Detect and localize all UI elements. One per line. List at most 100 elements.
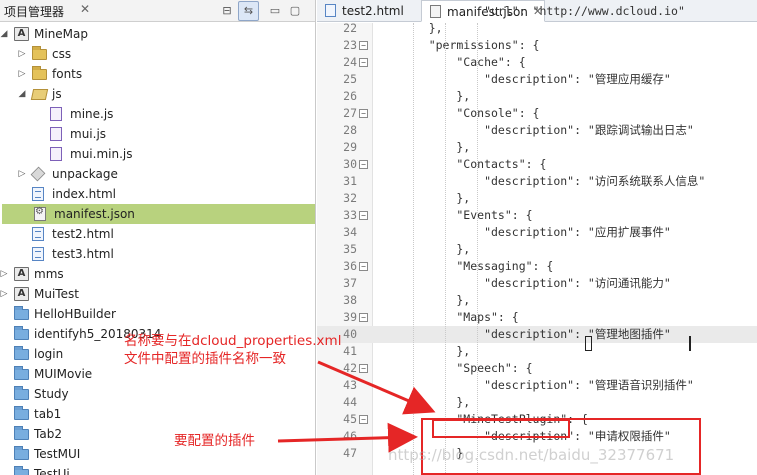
code-line[interactable]: 43 "description": "管理语音识别插件": [317, 377, 757, 394]
code-text: "Console": {: [401, 106, 540, 120]
link-with-editor-icon[interactable]: ⇆: [238, 1, 259, 21]
plugin-name-highlight: [432, 419, 570, 438]
code-text: "description": "访问系统联系人信息": [401, 174, 706, 188]
tree-item-label: test3.html: [52, 247, 114, 261]
tree-item-label: js: [52, 87, 62, 101]
fold-toggle-icon[interactable]: −: [359, 109, 368, 118]
code-line[interactable]: 34 "description": "应用扩展事件": [317, 224, 757, 241]
tree-item-unpackage[interactable]: ▷ unpackage: [0, 164, 315, 184]
blue-folder-icon: [14, 386, 29, 400]
tree-item-index-html[interactable]: index.html: [0, 184, 315, 204]
code-line[interactable]: 36− "Messaging": {: [317, 258, 757, 275]
blue-folder-icon: [14, 426, 29, 440]
tree-item-label: login: [34, 347, 64, 361]
code-line[interactable]: 33− "Events": {: [317, 207, 757, 224]
line-number: 43: [343, 378, 357, 392]
collapsed-arrow-icon[interactable]: ▷: [16, 67, 28, 81]
collapse-all-icon[interactable]: ⊟: [218, 2, 236, 20]
tree-item-label: manifest.json: [54, 207, 135, 221]
code-line[interactable]: 22 },: [317, 20, 757, 37]
line-number: 38: [343, 293, 357, 307]
code-line[interactable]: 26 },: [317, 88, 757, 105]
expanded-arrow-icon[interactable]: ◢: [16, 87, 28, 101]
code-text: },: [401, 89, 471, 103]
fold-toggle-icon[interactable]: −: [359, 262, 368, 271]
tree-item-label: fonts: [52, 67, 83, 81]
tree-item-testmui[interactable]: TestMUI: [0, 444, 315, 464]
code-line[interactable]: 24− "Cache": {: [317, 54, 757, 71]
tree-item-manifest-json[interactable]: manifest.json: [2, 204, 315, 224]
code-line[interactable]: 40 "description": "管理地图插件": [317, 326, 757, 343]
line-number: 22: [343, 21, 357, 35]
tree-item-mui-js[interactable]: mui.js: [0, 124, 315, 144]
collapsed-arrow-icon[interactable]: ▷: [0, 287, 10, 301]
tree-item-label: TestUi: [34, 467, 70, 475]
expanded-arrow-icon[interactable]: ◢: [0, 27, 10, 41]
code-line[interactable]: 42− "Speech": {: [317, 360, 757, 377]
code-line[interactable]: 44 },: [317, 394, 757, 411]
tree-item-mms[interactable]: ▷ Amms: [0, 264, 315, 284]
line-number: 44: [343, 395, 357, 409]
tree-item-tab1[interactable]: tab1: [0, 404, 315, 424]
maximize-icon[interactable]: ▢: [286, 2, 304, 20]
tree-item-study[interactable]: Study: [0, 384, 315, 404]
code-line[interactable]: 35 },: [317, 241, 757, 258]
indent-guide: [445, 23, 446, 475]
code-text: "description": "管理应用缓存": [401, 72, 671, 86]
collapsed-arrow-icon[interactable]: ▷: [16, 47, 28, 61]
tree-item-label: Study: [34, 387, 69, 401]
tree-item-tab2[interactable]: Tab2: [0, 424, 315, 444]
tree-item-test3-html[interactable]: test3.html: [0, 244, 315, 264]
code-line[interactable]: 29 },: [317, 139, 757, 156]
tree-item-test2-html[interactable]: test2.html: [0, 224, 315, 244]
code-line[interactable]: 27− "Console": {: [317, 105, 757, 122]
collapsed-arrow-icon[interactable]: ▷: [0, 267, 10, 281]
code-line[interactable]: 31 "description": "访问系统联系人信息": [317, 173, 757, 190]
line-number: 25: [343, 72, 357, 86]
code-line[interactable]: "url": "http://www.dcloud.io": [317, 3, 757, 20]
fold-toggle-icon[interactable]: −: [359, 364, 368, 373]
code-text: "Cache": {: [401, 55, 526, 69]
tree-item-testui[interactable]: TestUi: [0, 464, 315, 475]
collapsed-arrow-icon[interactable]: ▷: [16, 167, 28, 181]
code-line[interactable]: 25 "description": "管理应用缓存": [317, 71, 757, 88]
fold-toggle-icon[interactable]: −: [359, 313, 368, 322]
code-line[interactable]: 32 },: [317, 190, 757, 207]
tree-item-label: unpackage: [52, 167, 118, 181]
line-number: 29: [343, 140, 357, 154]
tree-item-muitest[interactable]: ▷ A MuiTest: [0, 284, 315, 304]
tree-item-mine-js[interactable]: mine.js: [0, 104, 315, 124]
code-line[interactable]: 28 "description": "跟踪调试输出日志": [317, 122, 757, 139]
html-file-icon: [32, 227, 44, 241]
line-number: 35: [343, 242, 357, 256]
line-number: 23: [343, 38, 357, 52]
code-text: "description": "管理地图插件": [401, 327, 671, 341]
line-number: 30: [343, 157, 357, 171]
code-line[interactable]: 37 "description": "访问通讯能力": [317, 275, 757, 292]
code-line[interactable]: 38 },: [317, 292, 757, 309]
annotation-name-note: 名称要与在dcloud_properties.xml: [124, 333, 342, 349]
fold-toggle-icon[interactable]: −: [359, 415, 368, 424]
code-text: },: [401, 191, 471, 205]
text-cursor: [689, 336, 691, 351]
minimize-icon[interactable]: ▭: [266, 2, 284, 20]
tree-item-css[interactable]: ▷ css: [0, 44, 315, 64]
fold-toggle-icon[interactable]: −: [359, 41, 368, 50]
fold-toggle-icon[interactable]: −: [359, 58, 368, 67]
package-icon: [30, 166, 46, 182]
code-line[interactable]: 30− "Contacts": {: [317, 156, 757, 173]
tree-item-minemap[interactable]: ◢ A MineMap: [0, 24, 315, 44]
fold-toggle-icon[interactable]: −: [359, 160, 368, 169]
line-number: 39: [343, 310, 357, 324]
tree-item-mui-min-js[interactable]: mui.min.js: [0, 144, 315, 164]
code-line[interactable]: 41 },: [317, 343, 757, 360]
code-line[interactable]: 23− "permissions": {: [317, 37, 757, 54]
tree-item-hellohbuilder[interactable]: HelloHBuilder: [0, 304, 315, 324]
code-line[interactable]: 39− "Maps": {: [317, 309, 757, 326]
fold-toggle-icon[interactable]: −: [359, 211, 368, 220]
code-text: "permissions": {: [401, 38, 540, 52]
tree-item-js[interactable]: ◢ js: [0, 84, 315, 104]
code-text: },: [401, 395, 471, 409]
close-icon[interactable]: ✕: [80, 2, 90, 16]
tree-item-fonts[interactable]: ▷ fonts: [0, 64, 315, 84]
